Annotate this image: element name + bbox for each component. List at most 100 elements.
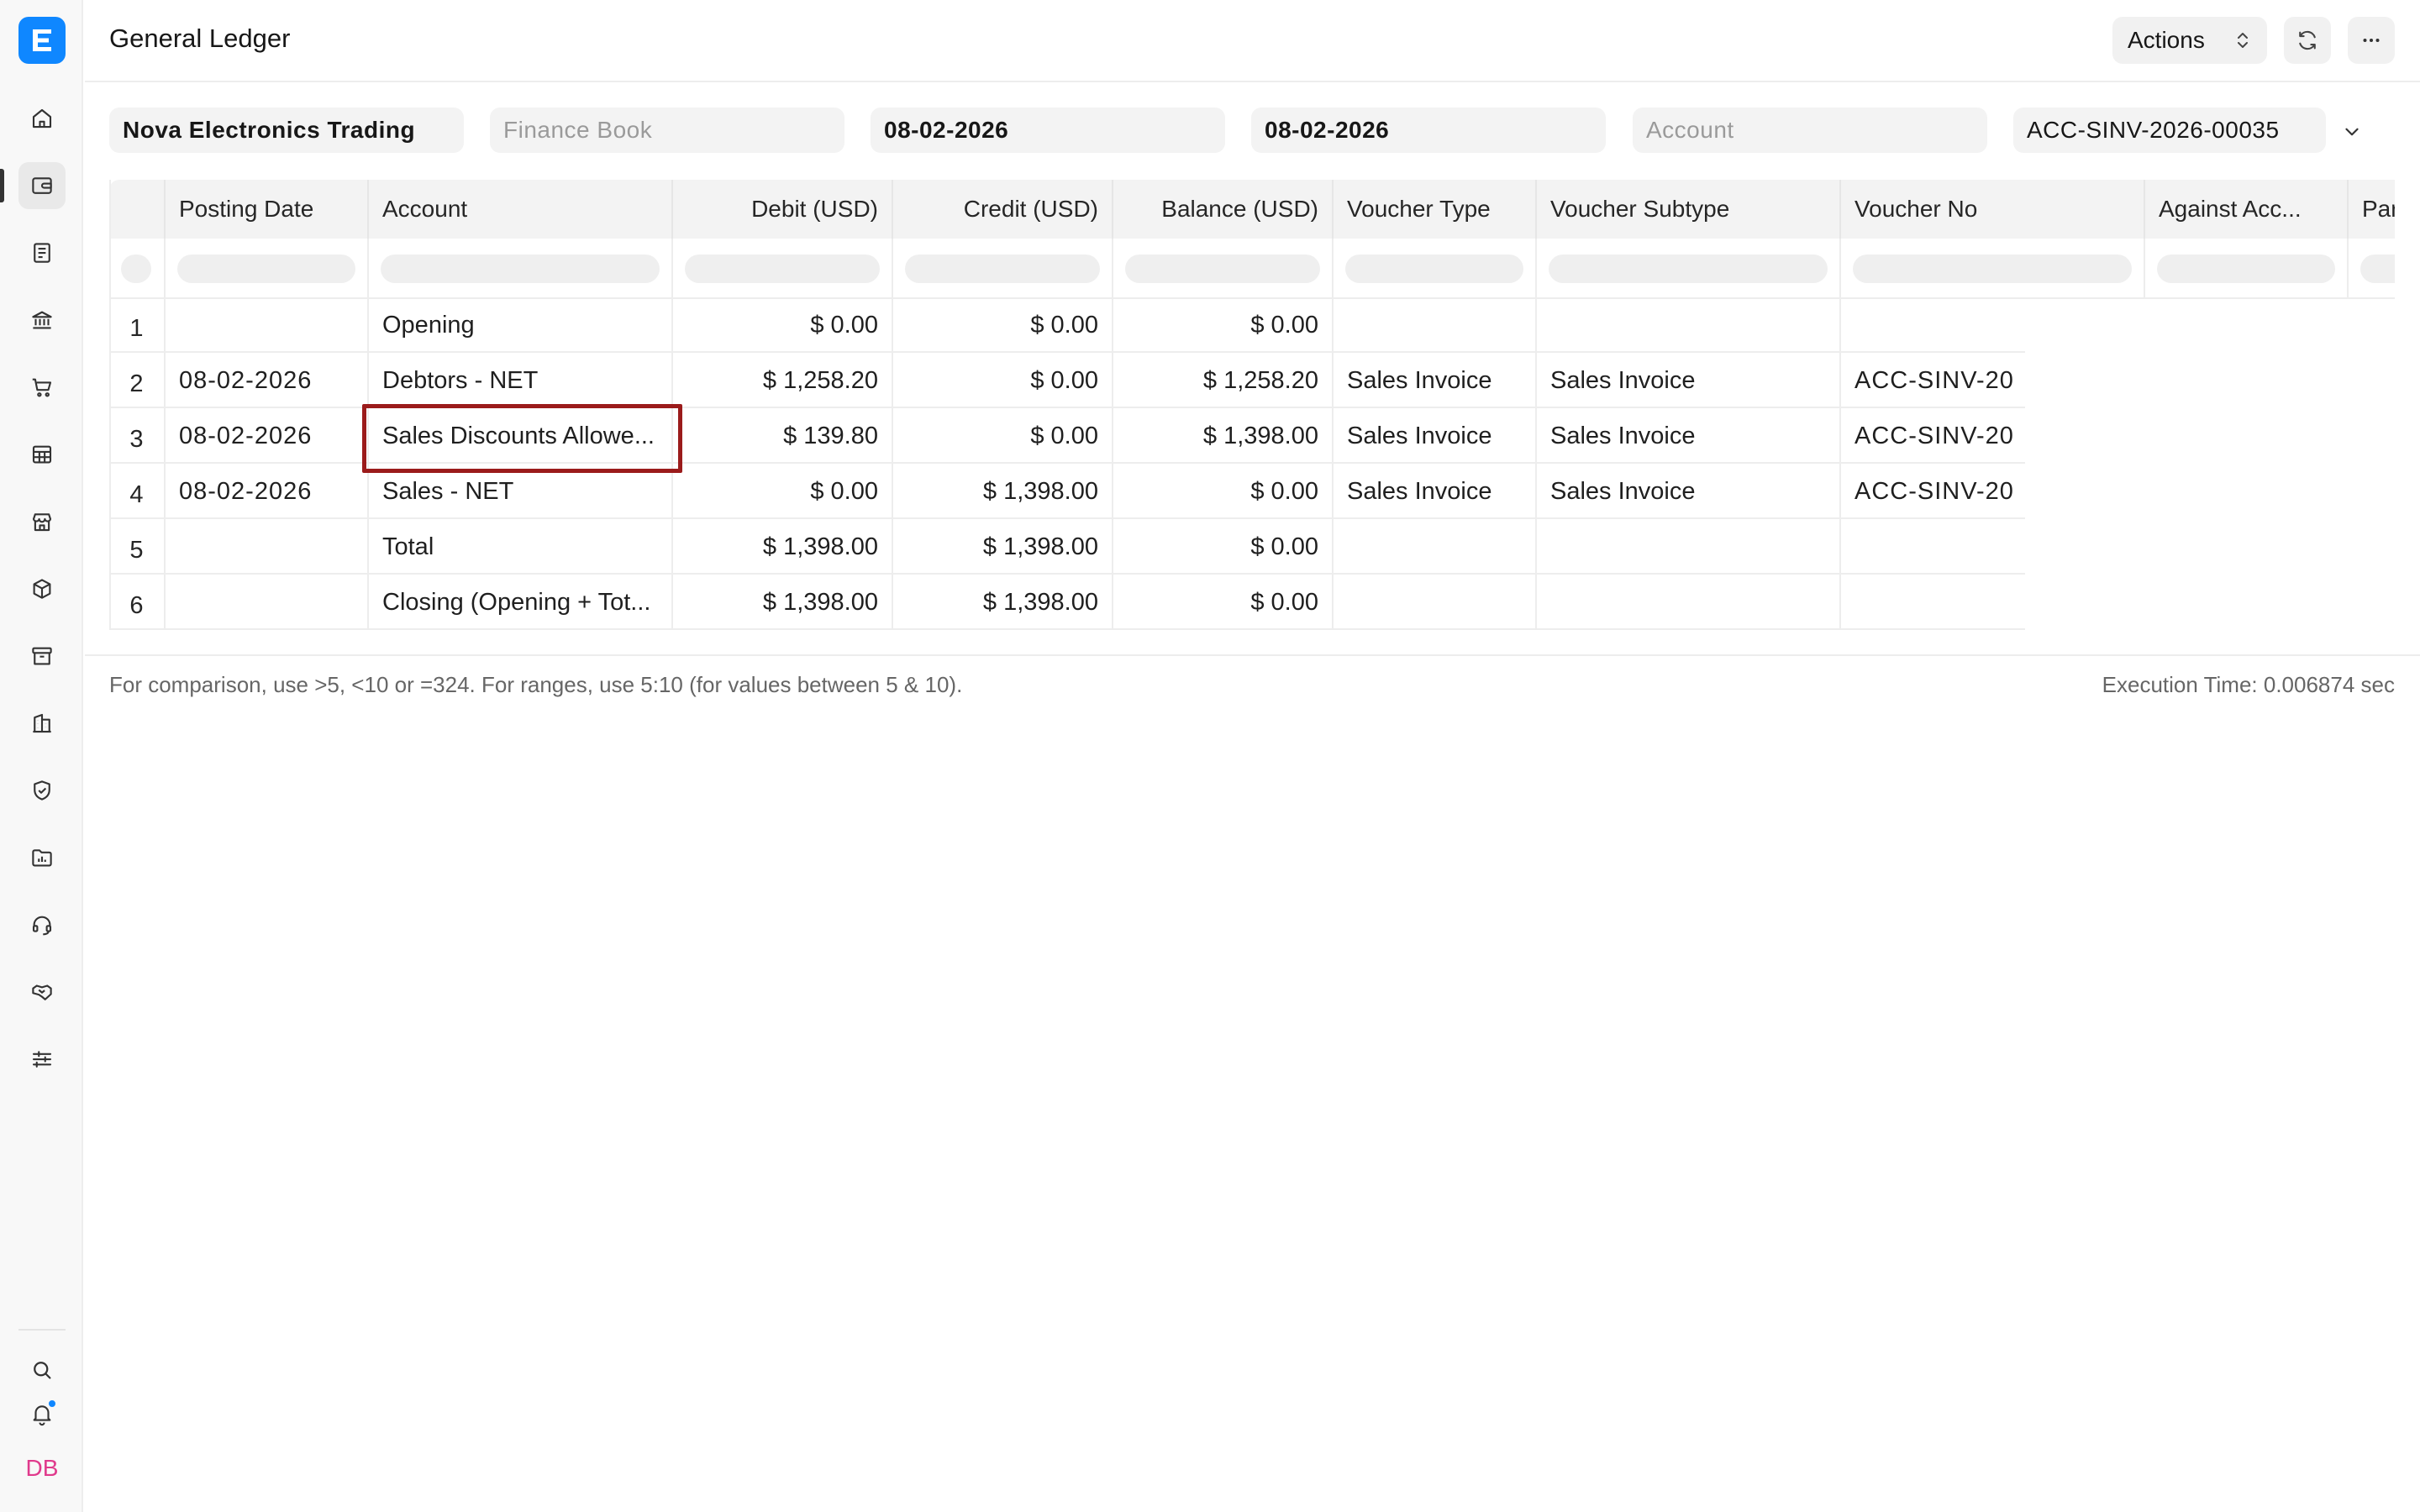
sidebar-item-crm[interactable] (18, 969, 66, 1016)
cell-voucher-no[interactable] (1841, 575, 2025, 630)
cell-posting-date[interactable]: 08-02-2026 (166, 353, 369, 408)
sidebar-item-reports[interactable] (18, 431, 66, 478)
cell-debit[interactable]: $ 1,398.00 (673, 519, 893, 575)
column-filter-input[interactable] (381, 255, 660, 283)
cell-posting-date[interactable]: 08-02-2026 (166, 464, 369, 519)
cell-voucher-type[interactable]: Sales Invoice (1334, 464, 1537, 519)
cell-voucher-type[interactable] (1334, 519, 1537, 575)
sidebar-item-selling[interactable] (18, 498, 66, 545)
header-balance[interactable]: Balance (USD) (1113, 180, 1334, 239)
cell-credit[interactable]: $ 1,398.00 (893, 575, 1113, 630)
cell-account[interactable]: Debtors - NET (369, 353, 673, 408)
cell-posting-date[interactable]: 08-02-2026 (166, 408, 369, 464)
sidebar-item-quality[interactable] (18, 767, 66, 814)
sidebar-item-settings[interactable] (18, 1036, 66, 1083)
account-filter[interactable]: Account (1633, 108, 1987, 153)
column-filter-input[interactable] (1125, 255, 1320, 283)
header-against-account[interactable]: Against Acc... (2145, 180, 2349, 239)
refresh-button[interactable] (2284, 17, 2331, 64)
sidebar-item-accounting[interactable] (18, 162, 66, 209)
column-filter-input[interactable] (905, 255, 1100, 283)
cell-voucher-subtype[interactable] (1537, 297, 1841, 353)
finance-book-filter[interactable]: Finance Book (490, 108, 844, 153)
header-credit[interactable]: Credit (USD) (893, 180, 1113, 239)
cell-balance[interactable]: $ 0.00 (1113, 575, 1334, 630)
sidebar-item-projects[interactable] (18, 834, 66, 881)
column-filter-input[interactable] (177, 255, 355, 283)
column-filter-input[interactable] (121, 255, 151, 283)
cell-account[interactable]: Opening (369, 297, 673, 353)
cell-voucher-no[interactable]: ACC-SINV-20 (1841, 408, 2025, 464)
cell-account[interactable]: Closing (Opening + Tot... (369, 575, 673, 630)
column-filter-input[interactable] (685, 255, 880, 283)
table-row[interactable]: 6 Closing (Opening + Tot... $ 1,398.00 $… (109, 575, 2025, 630)
cell-voucher-subtype[interactable]: Sales Invoice (1537, 408, 1841, 464)
sidebar-item-archive[interactable] (18, 633, 66, 680)
sidebar-search-button[interactable] (18, 1347, 66, 1394)
cell-posting-date[interactable] (166, 297, 369, 353)
table-row[interactable]: 2 08-02-2026 Debtors - NET $ 1,258.20 $ … (109, 353, 2025, 408)
cell-voucher-type[interactable] (1334, 575, 1537, 630)
actions-dropdown-button[interactable]: Actions (2112, 17, 2267, 64)
user-avatar[interactable]: DB (18, 1445, 66, 1492)
header-voucher-type[interactable]: Voucher Type (1334, 180, 1537, 239)
header-debit[interactable]: Debit (USD) (673, 180, 893, 239)
cell-posting-date[interactable] (166, 519, 369, 575)
sidebar-item-banking[interactable] (18, 297, 66, 344)
column-filter-input[interactable] (2157, 255, 2335, 283)
cell-voucher-no[interactable]: ACC-SINV-20 (1841, 464, 2025, 519)
cell-voucher-subtype[interactable]: Sales Invoice (1537, 464, 1841, 519)
cell-balance[interactable]: $ 0.00 (1113, 464, 1334, 519)
sidebar-item-stock[interactable] (18, 565, 66, 612)
table-row[interactable]: 5 Total $ 1,398.00 $ 1,398.00 $ 0.00 (109, 519, 2025, 575)
cell-voucher-subtype[interactable]: Sales Invoice (1537, 353, 1841, 408)
cell-voucher-type[interactable]: Sales Invoice (1334, 353, 1537, 408)
more-options-button[interactable] (2348, 17, 2395, 64)
header-party[interactable]: Par (2349, 180, 2395, 239)
cell-debit[interactable]: $ 1,258.20 (673, 353, 893, 408)
header-posting-date[interactable]: Posting Date (166, 180, 369, 239)
header-voucher-subtype[interactable]: Voucher Subtype (1537, 180, 1841, 239)
cell-voucher-no[interactable] (1841, 519, 2025, 575)
cell-credit[interactable]: $ 1,398.00 (893, 519, 1113, 575)
cell-voucher-no[interactable] (1841, 297, 2025, 353)
cell-balance[interactable]: $ 1,398.00 (1113, 408, 1334, 464)
cell-voucher-subtype[interactable] (1537, 519, 1841, 575)
cell-voucher-type[interactable]: Sales Invoice (1334, 408, 1537, 464)
column-filter-input[interactable] (2360, 255, 2395, 283)
cell-credit[interactable]: $ 1,398.00 (893, 464, 1113, 519)
table-row[interactable]: 1 Opening $ 0.00 $ 0.00 $ 0.00 (109, 297, 2025, 353)
sidebar-item-documents[interactable] (18, 229, 66, 276)
sidebar-item-assets[interactable] (18, 700, 66, 747)
cell-debit[interactable]: $ 1,398.00 (673, 575, 893, 630)
cell-debit[interactable]: $ 139.80 (673, 408, 893, 464)
column-filter-input[interactable] (1549, 255, 1828, 283)
sidebar-item-buying[interactable] (18, 364, 66, 411)
column-filter-input[interactable] (1853, 255, 2132, 283)
cell-credit[interactable]: $ 0.00 (893, 353, 1113, 408)
cell-voucher-subtype[interactable] (1537, 575, 1841, 630)
header-voucher-no[interactable]: Voucher No (1841, 180, 2145, 239)
cell-balance[interactable]: $ 0.00 (1113, 297, 1334, 353)
app-logo[interactable] (18, 17, 66, 64)
cell-posting-date[interactable] (166, 575, 369, 630)
more-filters-toggle[interactable] (2338, 118, 2366, 146)
company-filter[interactable]: Nova Electronics Trading (109, 108, 464, 153)
cell-debit[interactable]: $ 0.00 (673, 464, 893, 519)
voucher-no-filter[interactable]: ACC-SINV-2026-00035 (2013, 108, 2326, 153)
cell-balance[interactable]: $ 1,258.20 (1113, 353, 1334, 408)
cell-account[interactable]: Total (369, 519, 673, 575)
sidebar-notifications-button[interactable] (18, 1390, 66, 1437)
sidebar-item-home[interactable] (18, 95, 66, 142)
header-account[interactable]: Account (369, 180, 673, 239)
to-date-filter[interactable]: 08-02-2026 (1251, 108, 1606, 153)
cell-credit[interactable]: $ 0.00 (893, 297, 1113, 353)
cell-voucher-type[interactable] (1334, 297, 1537, 353)
cell-credit[interactable]: $ 0.00 (893, 408, 1113, 464)
sidebar-item-support[interactable] (18, 901, 66, 948)
cell-balance[interactable]: $ 0.00 (1113, 519, 1334, 575)
cell-voucher-no[interactable]: ACC-SINV-20 (1841, 353, 2025, 408)
column-filter-input[interactable] (1345, 255, 1523, 283)
cell-debit[interactable]: $ 0.00 (673, 297, 893, 353)
from-date-filter[interactable]: 08-02-2026 (871, 108, 1225, 153)
